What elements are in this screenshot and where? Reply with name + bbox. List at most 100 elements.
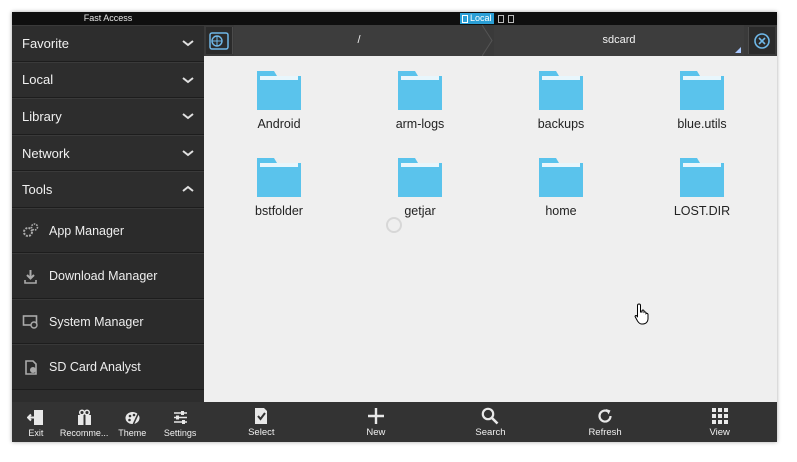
view-button[interactable]: View (662, 402, 777, 442)
sdcard-small-icon (497, 14, 504, 23)
sidebar-toolbar: Exit Recomme... Theme Settings (12, 402, 204, 442)
breadcrumb-sdcard[interactable]: sdcard (494, 25, 744, 56)
new-label: New (366, 427, 386, 438)
new-button[interactable]: New (319, 402, 434, 442)
palette-icon (125, 411, 140, 426)
close-path-button[interactable] (748, 27, 775, 54)
sdcard-icon (22, 359, 39, 376)
sidebar: Favorite Local Library Network Tools App… (12, 25, 204, 402)
download-icon (22, 268, 39, 285)
gears-icon (22, 222, 39, 239)
tool-label: Download Manager (49, 269, 158, 284)
exit-button[interactable]: Exit (12, 402, 60, 442)
recommend-button[interactable]: Recomme... (60, 402, 108, 442)
chevron-up-icon (182, 186, 194, 193)
close-circle-icon (754, 32, 770, 49)
system-icon (22, 313, 39, 330)
local-badge[interactable]: Local (460, 13, 494, 24)
tool-app-manager[interactable]: App Manager (12, 207, 204, 254)
file-grid: Android arm-logs backups blue.utils bstf… (204, 56, 777, 402)
refresh-button[interactable]: Refresh (548, 402, 663, 442)
breadcrumb-root[interactable]: / (234, 25, 484, 56)
plus-icon (367, 408, 384, 424)
settings-label: Settings (163, 428, 197, 438)
search-button[interactable]: Search (433, 402, 548, 442)
path-bar: / sdcard (204, 25, 777, 56)
breadcrumb-separator-icon (482, 25, 493, 56)
exit-label: Exit (28, 428, 44, 438)
folder-item[interactable]: home (511, 154, 611, 218)
folder-item[interactable]: arm-logs (370, 67, 470, 131)
hand-cursor-icon (634, 303, 649, 325)
folder-item[interactable]: backups (511, 67, 611, 131)
chevron-down-icon (182, 150, 194, 157)
folder-item[interactable]: blue.utils (652, 67, 752, 131)
dropdown-corner-icon (735, 47, 741, 53)
theme-button[interactable]: Theme (108, 402, 156, 442)
app-window: Fast Access Local Favorite Local Library… (12, 12, 777, 442)
phone-icon (462, 14, 468, 23)
folder-name: home (545, 204, 577, 218)
gift-icon (77, 409, 91, 425)
folder-name: blue.utils (677, 117, 727, 131)
tool-system-manager[interactable]: System Manager (12, 298, 204, 345)
folder-item[interactable]: LOST.DIR (652, 154, 752, 218)
tool-label: SD Card Analyst (49, 360, 141, 375)
sidebar-item-favorite[interactable]: Favorite (12, 25, 204, 62)
usb-small-icon (507, 14, 514, 23)
network-toggle-button[interactable] (206, 27, 233, 54)
folder-name: getjar (404, 204, 436, 218)
grid-icon (711, 408, 728, 424)
folder-name: LOST.DIR (673, 204, 731, 218)
sidebar-item-label: Library (22, 108, 62, 124)
folder-icon (398, 71, 442, 110)
bottom-toolbar: Select New Search Refresh View (204, 402, 777, 442)
folder-icon (398, 158, 442, 197)
folder-item[interactable]: bstfolder (229, 154, 329, 218)
search-label: Search (475, 427, 506, 438)
select-label: Select (248, 427, 275, 438)
sidebar-item-label: Network (22, 145, 70, 161)
location-indicator: Local (460, 13, 514, 24)
title-bar: Fast Access Local (12, 12, 777, 25)
sidebar-item-label: Tools (22, 182, 53, 198)
folder-item[interactable]: getjar (370, 154, 470, 218)
folder-icon (680, 71, 724, 110)
select-button[interactable]: Select (204, 402, 319, 442)
folder-name: backups (537, 117, 585, 131)
folder-icon (257, 158, 301, 197)
tool-label: System Manager (49, 314, 144, 329)
view-label: View (709, 427, 730, 438)
app-title: Fast Access (83, 13, 133, 23)
exit-icon (26, 410, 43, 425)
folder-icon (539, 71, 583, 110)
sliders-icon (173, 411, 187, 424)
sidebar-item-library[interactable]: Library (12, 98, 204, 135)
tool-sd-card-analyst[interactable]: SD Card Analyst (12, 344, 204, 390)
refresh-icon (598, 409, 612, 423)
folder-name: bstfolder (255, 204, 303, 218)
folder-icon (539, 158, 583, 197)
settings-button[interactable]: Settings (156, 402, 204, 442)
globe-icon (209, 31, 229, 50)
theme-label: Theme (118, 428, 147, 438)
tool-label: App Manager (49, 223, 125, 238)
search-icon (482, 407, 499, 425)
sidebar-item-tools[interactable]: Tools (12, 171, 204, 208)
sidebar-item-label: Local (22, 72, 54, 88)
sidebar-item-local[interactable]: Local (12, 61, 204, 99)
tool-download-manager[interactable]: Download Manager (12, 253, 204, 299)
folder-name: arm-logs (395, 117, 445, 131)
chevron-down-icon (182, 40, 194, 47)
folder-icon (680, 158, 724, 197)
folder-name: Android (257, 117, 301, 131)
folder-icon (257, 71, 301, 110)
select-icon (255, 408, 268, 424)
chevron-down-icon (182, 113, 194, 120)
sidebar-item-network[interactable]: Network (12, 134, 204, 172)
local-badge-label: Local (470, 13, 492, 23)
folder-item[interactable]: Android (229, 67, 329, 131)
chevron-down-icon (182, 76, 194, 83)
refresh-label: Refresh (588, 427, 622, 438)
sidebar-item-label: Favorite (22, 35, 69, 51)
